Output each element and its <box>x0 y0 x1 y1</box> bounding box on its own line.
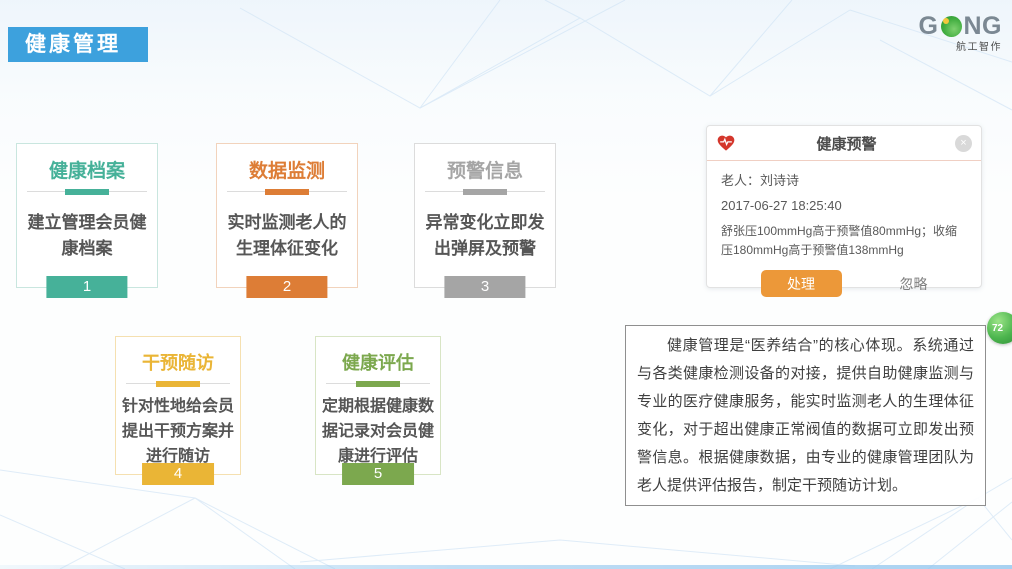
slide: 健康管理 G NG 航工智作 健康档案 建立管理会员健康档案 1 数据监测 实时… <box>0 0 1012 569</box>
close-icon[interactable]: × <box>955 135 972 152</box>
logo-wordmark: G NG <box>919 14 1002 38</box>
step-card: 数据监测 实时监测老人的生理体征变化 2 <box>216 143 358 288</box>
step-number-badge: 5 <box>342 463 414 485</box>
step-card-divider-accent <box>463 189 507 195</box>
step-card-divider-accent <box>65 189 109 195</box>
handle-button[interactable]: 处理 <box>761 270 842 297</box>
logo-letters-ng: NG <box>964 14 1003 38</box>
step-card-title: 干预随访 <box>116 349 240 375</box>
step-card-divider <box>425 191 545 192</box>
page-title: 健康管理 <box>8 27 148 62</box>
step-card-title: 预警信息 <box>415 156 555 183</box>
step-card-divider <box>126 383 230 384</box>
step-card: 预警信息 异常变化立即发出弹屏及预警 3 <box>414 143 556 288</box>
step-card-divider <box>326 383 430 384</box>
description-text: 健康管理是“医养结合”的核心体现。系统通过与各类健康检测设备的对接，提供自助健康… <box>637 332 974 500</box>
step-card-divider-accent <box>356 381 400 387</box>
step-card-description: 建立管理会员健康档案 <box>17 210 157 262</box>
heart-pulse-icon <box>716 133 738 153</box>
step-number-badge: 1 <box>46 276 127 298</box>
alert-header: 健康预警 × <box>707 126 981 161</box>
step-card: 健康档案 建立管理会员健康档案 1 <box>16 143 158 288</box>
logo-globe-dot <box>943 18 949 24</box>
logo-letter-g: G <box>919 14 939 38</box>
alert-actions: 处理 忽略 <box>721 270 967 297</box>
alert-body: 老人：刘诗诗 2017-06-27 18:25:40 舒张压100mmHg高于预… <box>707 161 981 297</box>
step-card-divider <box>27 191 147 192</box>
step-card-description: 实时监测老人的生理体征变化 <box>217 210 357 262</box>
step-card-title: 数据监测 <box>217 156 357 183</box>
step-card-divider <box>227 191 347 192</box>
step-number-badge: 4 <box>142 463 214 485</box>
step-card-divider-accent <box>156 381 200 387</box>
bottom-accent-strip <box>0 565 1012 569</box>
health-alert-popup: 健康预警 × 老人：刘诗诗 2017-06-27 18:25:40 舒张压100… <box>706 125 982 288</box>
step-card-description: 异常变化立即发出弹屏及预警 <box>415 210 555 262</box>
step-number-badge: 3 <box>444 276 525 298</box>
step-card-description: 针对性地给会员提出干预方案并进行随访 <box>116 394 240 469</box>
step-card-title: 健康档案 <box>17 156 157 183</box>
sphere-label: 72 <box>992 323 1003 334</box>
step-card-description: 定期根据健康数据记录对会员健康进行评估 <box>316 394 440 469</box>
logo-subtitle: 航工智作 <box>919 38 1002 53</box>
alert-title: 健康预警 <box>738 133 955 154</box>
step-number-badge: 2 <box>246 276 327 298</box>
logo: G NG 航工智作 <box>919 14 1002 53</box>
step-card-title: 健康评估 <box>316 349 440 375</box>
alert-detail-text: 舒张压100mmHg高于预警值80mmHg；收缩压180mmHg高于预警值138… <box>721 222 967 260</box>
logo-globe-icon <box>941 16 962 37</box>
step-card: 健康评估 定期根据健康数据记录对会员健康进行评估 5 <box>315 336 441 475</box>
description-box: 健康管理是“医养结合”的核心体现。系统通过与各类健康检测设备的对接，提供自助健康… <box>625 325 986 506</box>
green-sphere-badge[interactable]: 72 <box>987 312 1012 344</box>
step-card-divider-accent <box>265 189 309 195</box>
alert-timestamp: 2017-06-27 18:25:40 <box>721 198 967 213</box>
ignore-button[interactable]: 忽略 <box>900 274 928 294</box>
step-card: 干预随访 针对性地给会员提出干预方案并进行随访 4 <box>115 336 241 475</box>
alert-elder-name: 老人：刘诗诗 <box>721 170 967 189</box>
